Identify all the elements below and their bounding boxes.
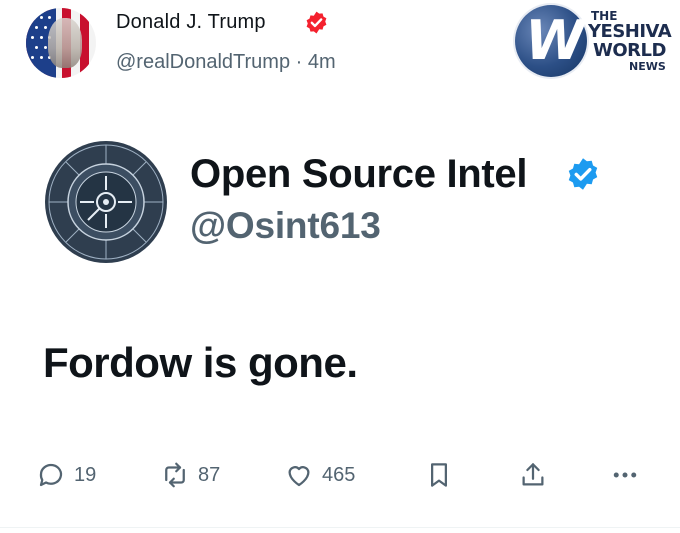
repost-count: 87 (198, 463, 221, 486)
bottom-divider (0, 527, 680, 528)
author-handle[interactable]: @realDonaldTrump (116, 51, 290, 73)
embedded-verified-badge-icon (568, 158, 598, 190)
author-name[interactable]: Donald J. Trump (116, 11, 266, 34)
watermark-logo-mark: W (525, 9, 585, 72)
watermark-line-3: WORLD (593, 40, 666, 61)
more-options-button[interactable] (610, 456, 640, 494)
repost-icon (165, 462, 185, 488)
watermark-line-2: YESHIVA (588, 21, 672, 42)
embedded-author-name: Open Source Intel (190, 152, 528, 196)
separator-dot: · (295, 51, 303, 73)
verified-badge-icon (306, 11, 327, 34)
timestamp[interactable]: 4m (308, 51, 336, 73)
more-icon (613, 472, 637, 478)
like-count: 465 (322, 463, 356, 486)
portrait-overlay (48, 18, 82, 68)
author-handle-line: @realDonaldTrump · 4m (116, 51, 336, 74)
post-body-text: Fordow is gone. (43, 339, 358, 386)
reply-count: 19 (74, 463, 97, 486)
watermark-line-4: NEWS (629, 60, 666, 73)
reply-button[interactable]: 19 (36, 456, 96, 494)
share-icon (522, 463, 544, 486)
like-button[interactable]: 465 (284, 456, 355, 494)
author-avatar[interactable] (26, 8, 96, 78)
like-icon (288, 466, 310, 487)
bookmark-button[interactable] (424, 456, 454, 494)
embedded-author-handle: @Osint613 (190, 205, 381, 246)
bookmark-icon (431, 463, 447, 487)
embedded-avatar (44, 140, 168, 264)
reply-icon (39, 463, 63, 487)
share-button[interactable] (518, 456, 548, 494)
repost-button[interactable]: 87 (160, 456, 220, 494)
